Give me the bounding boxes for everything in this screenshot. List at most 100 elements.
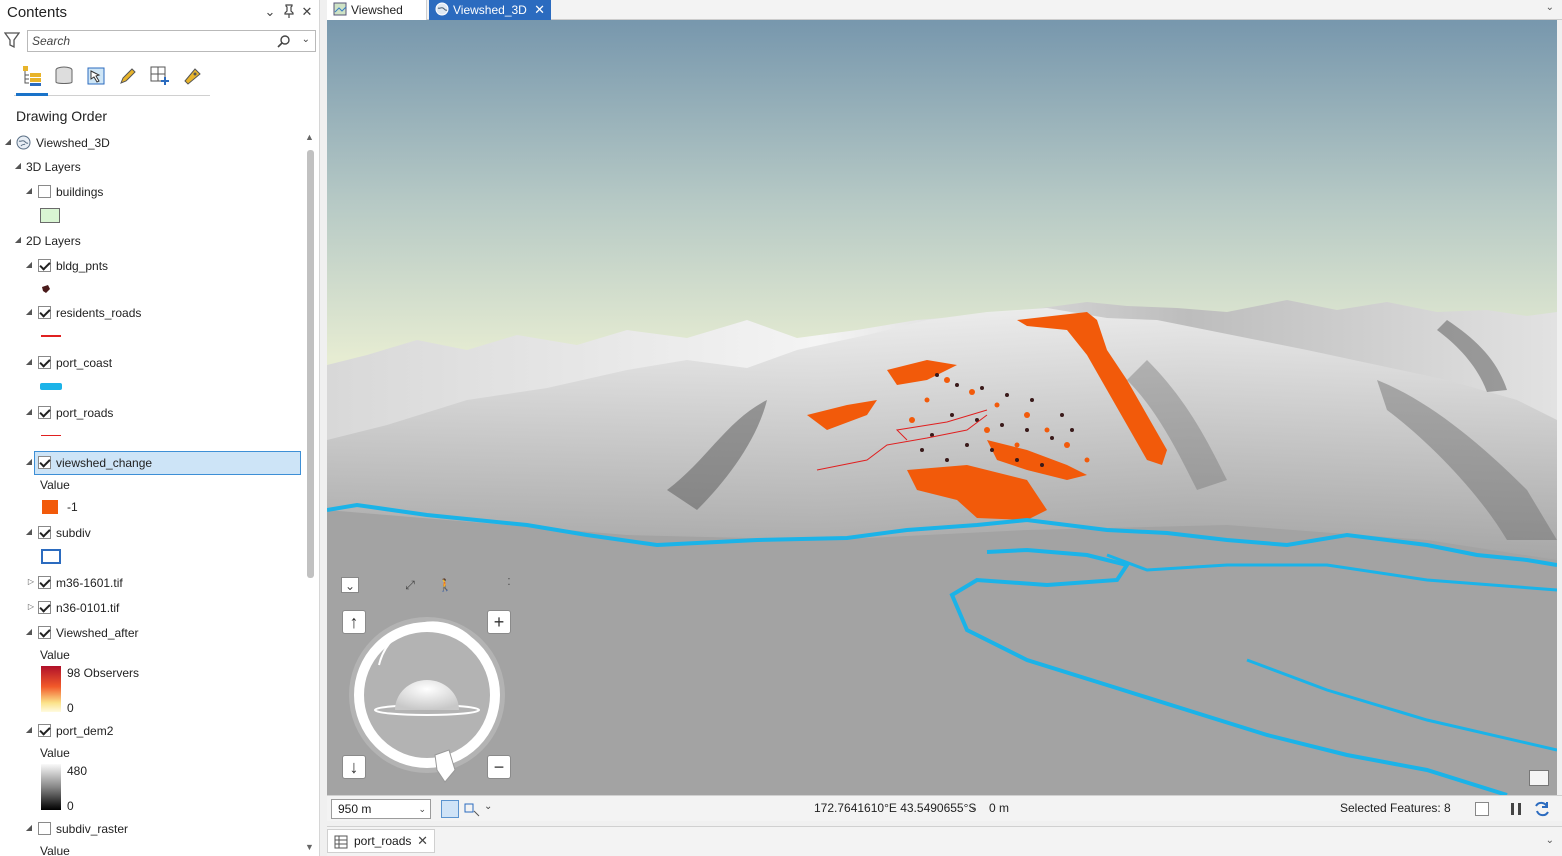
tab-viewshed-3d[interactable]: Viewshed_3D ✕ [429,0,551,20]
close-tab-icon[interactable]: ✕ [417,830,428,852]
full-extent-icon[interactable]: ⤢ [401,577,419,593]
filter-icon[interactable] [3,31,21,49]
scene-view[interactable]: ⌄ ⤢ 🚶 ⁚ ↑ + ↓ − [327,20,1557,795]
layer-visibility-checkbox[interactable] [38,306,51,319]
chevron-down-icon[interactable]: ⌄ [418,800,426,818]
search-input[interactable] [32,33,272,49]
collapse-arrow-icon[interactable]: ◢ [24,186,34,196]
scale-select[interactable]: 950 m ⌄ [331,799,431,819]
contents-view-tabs [14,60,210,96]
collapse-arrow-icon[interactable]: ◢ [13,161,23,171]
list-by-data-source-icon[interactable] [50,62,76,90]
navigation-mode-icon[interactable] [441,800,459,818]
snapping-icon[interactable] [463,800,481,818]
coordinate-format-chevron-icon[interactable]: ⌄ [970,802,978,813]
tilt-down-arrow-icon[interactable]: ↓ [342,755,366,779]
collapse-arrow-icon[interactable]: ◢ [24,725,34,735]
tilt-up-arrow-icon[interactable]: ↑ [342,610,366,634]
list-by-snapping-icon[interactable] [146,62,172,90]
layer-visibility-checkbox[interactable] [38,259,51,272]
tab-viewshed[interactable]: Viewshed [327,0,427,20]
tree-row-viewshed-after[interactable]: ◢ Viewshed_after [0,623,304,643]
navigator-collapse-chevron-icon[interactable]: ⌄ [341,577,359,593]
scale-value: 950 m [338,802,372,816]
close-tab-icon[interactable]: ✕ [534,0,545,20]
legend-value-heading: Value [40,844,70,856]
tree-row-viewshed-change[interactable]: ◢ viewshed_change [0,451,304,475]
tree-row-bldg-pnts[interactable]: ◢ bldg_pnts [0,256,304,276]
collapse-arrow-icon[interactable]: ◢ [3,137,13,147]
tabs-overflow-chevron-icon[interactable]: ⌄ [1546,835,1554,846]
tree-row-port-dem2[interactable]: ◢ port_dem2 [0,721,304,741]
collapse-arrow-icon[interactable]: ◢ [24,823,34,833]
tree-row-2d-layers[interactable]: ◢ 2D Layers [0,231,304,251]
tree-row-map[interactable]: ◢ Viewshed_3D [0,133,304,153]
list-by-editing-icon[interactable] [114,62,140,90]
layer-visibility-checkbox[interactable] [38,576,51,589]
pane-options-chevron-icon[interactable]: ⌄ [262,4,278,20]
collapse-arrow-icon[interactable]: ◢ [24,407,34,417]
scene-canvas[interactable] [327,20,1557,795]
zoom-out-icon[interactable]: − [487,755,511,779]
layer-visibility-checkbox[interactable] [38,456,51,469]
scrollbar-thumb[interactable] [307,150,314,578]
pause-drawing-icon[interactable] [1507,800,1525,818]
legend-class-label: -1 [67,500,78,514]
collapse-arrow-icon[interactable]: ◢ [24,527,34,537]
group-3d-label: 3D Layers [26,160,81,174]
tab-label: port_roads [354,834,412,848]
tree-row-3d-layers[interactable]: ◢ 3D Layers [0,157,304,177]
globe-scene-icon [16,135,31,153]
tree-row-residents-roads[interactable]: ◢ residents_roads [0,303,304,323]
search-icon[interactable] [277,34,291,48]
contents-scrollbar[interactable]: ▲ ▼ [303,130,317,856]
layer-visibility-checkbox[interactable] [38,356,51,369]
collapse-arrow-icon[interactable]: ◢ [24,260,34,270]
selected-features-count[interactable]: Selected Features: 8 [1340,801,1451,815]
close-pane-icon[interactable]: ✕ [299,4,315,20]
tree-row-port-coast[interactable]: ◢ port_coast [0,353,304,373]
layer-visibility-checkbox[interactable] [38,626,51,639]
chevron-down-icon[interactable]: ⌄ [484,801,492,812]
tree-row-subdiv[interactable]: ◢ subdiv [0,523,304,543]
tree-row-n36[interactable]: ▷ n36-0101.tif [0,598,304,618]
tabs-overflow-chevron-icon[interactable]: ⌄ [1546,2,1554,13]
scroll-down-icon[interactable]: ▼ [305,842,314,852]
collapse-arrow-icon[interactable]: ◢ [13,235,23,245]
layer-label: port_roads [56,406,114,420]
walk-mode-icon[interactable]: 🚶 [436,577,454,593]
tree-row-m36[interactable]: ▷ m36-1601.tif [0,573,304,593]
layer-visibility-checkbox[interactable] [38,724,51,737]
navigator-options-icon[interactable]: ⁚ [500,575,518,591]
collapse-arrow-icon[interactable]: ◢ [24,627,34,637]
search-box[interactable]: ⌄ [27,30,316,52]
pin-icon[interactable] [281,4,297,20]
scroll-up-icon[interactable]: ▲ [305,132,314,142]
collapse-arrow-icon[interactable]: ◢ [24,457,34,467]
list-by-selection-icon[interactable] [82,62,108,90]
layer-visibility-checkbox[interactable] [38,822,51,835]
legend-value-heading: Value [40,648,70,662]
search-options-chevron-icon[interactable]: ⌄ [302,34,310,45]
tab-port-roads-table[interactable]: port_roads ✕ [327,829,435,853]
collapse-arrow-icon[interactable]: ◢ [24,307,34,317]
collapse-arrow-icon[interactable]: ◢ [24,357,34,367]
expand-arrow-icon[interactable]: ▷ [26,602,36,612]
refresh-icon[interactable] [1533,800,1551,818]
basemap-toggle-icon[interactable] [1529,770,1549,786]
layer-visibility-checkbox[interactable] [38,601,51,614]
layer-label: n36-0101.tif [56,601,120,615]
layer-visibility-checkbox[interactable] [38,185,51,198]
tree-row-buildings[interactable]: ◢ buildings [0,182,304,202]
layer-visibility-checkbox[interactable] [38,526,51,539]
tree-row-port-roads[interactable]: ◢ port_roads [0,403,304,423]
zoom-in-icon[interactable]: + [487,610,511,634]
globe-scene-icon [435,2,449,16]
list-by-drawing-order-icon[interactable] [18,62,44,90]
tree-row-subdiv-raster[interactable]: ◢ subdiv_raster [0,819,304,839]
expand-arrow-icon[interactable]: ▷ [26,577,36,587]
bldg-pnts-symbol [41,283,51,297]
refresh-toggle-icon[interactable] [1475,802,1489,816]
list-by-labeling-icon[interactable] [178,62,204,90]
layer-visibility-checkbox[interactable] [38,406,51,419]
